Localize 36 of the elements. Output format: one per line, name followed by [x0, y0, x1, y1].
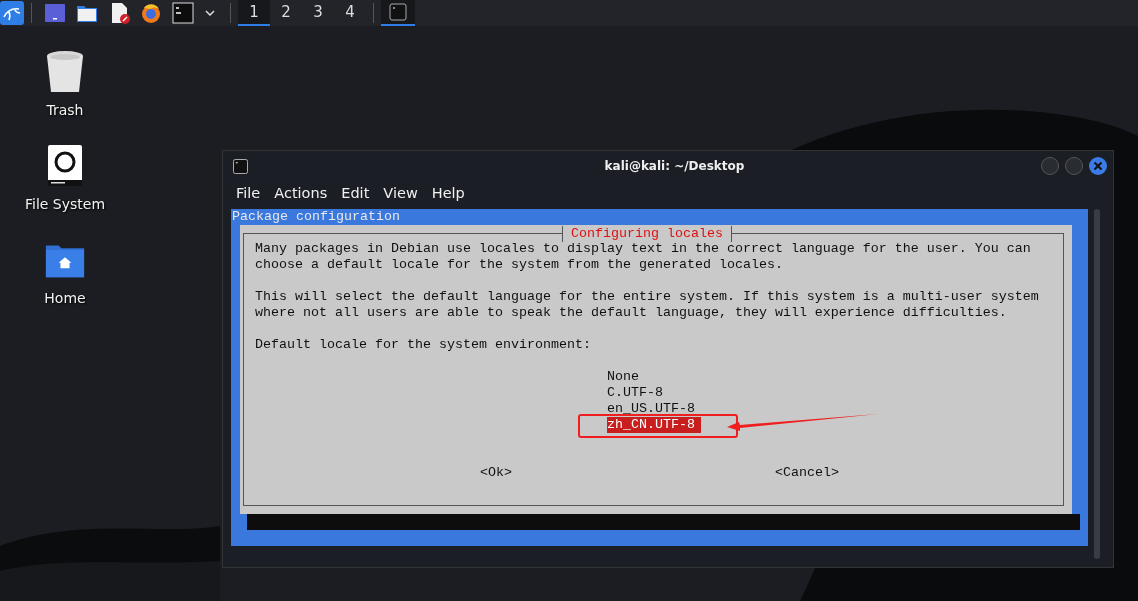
window-icon[interactable] [44, 2, 66, 24]
terminal-icon [389, 3, 407, 21]
desktop-icon-label[interactable]: Trash [46, 102, 84, 118]
workspace-tab[interactable]: 2 [270, 0, 302, 26]
trash-icon[interactable] [45, 50, 85, 94]
screen-header: Package configuration [231, 209, 401, 225]
terminal-task-button[interactable] [381, 0, 415, 26]
dragon-menu-icon[interactable] [0, 1, 24, 25]
desktop-icon-label[interactable]: Home [44, 290, 86, 306]
chevron-down-icon[interactable] [205, 10, 215, 16]
menu-item[interactable]: Edit [341, 185, 370, 201]
workspace-tab[interactable]: 1 [238, 0, 270, 26]
menu-item[interactable]: Actions [274, 185, 328, 201]
workspace-tab[interactable]: 4 [334, 0, 366, 26]
window-title: kali@kali: ~/Desktop [603, 159, 746, 173]
dialog-text: Many packages in Debian use locales to display text in the correct language for the user. You can choose a default locale for the system from the generated locales. [255, 241, 1032, 273]
browser-icon[interactable] [140, 2, 162, 24]
menu-item[interactable]: File [236, 185, 261, 201]
dialog-button[interactable]: <Ok> [480, 465, 512, 481]
terminal-icon [233, 158, 248, 174]
dialog-title: Configuring locales [562, 226, 732, 242]
scrollbar[interactable] [1094, 209, 1100, 559]
menu-item[interactable]: View [383, 185, 418, 201]
desktop-icon-label[interactable]: File System [24, 196, 106, 212]
locale-option[interactable]: en_US.UTF-8 [607, 401, 695, 417]
drive-icon[interactable] [45, 144, 85, 188]
locale-option[interactable]: None [607, 369, 639, 385]
close-icon[interactable] [1089, 157, 1107, 175]
dialog-button[interactable]: <Cancel> [775, 465, 839, 481]
locale-option[interactable]: zh_CN.UTF-8 [607, 417, 701, 433]
terminal-icon[interactable] [172, 2, 194, 24]
dialog-text: This will select the default language for the entire system. If this system is a multi-user system where not all users are able to speak the default language, they will experience difficulties. [255, 289, 1040, 321]
dialog-text: Default locale for the system environment: [255, 337, 592, 353]
workspace-tab[interactable]: 3 [302, 0, 334, 26]
menu-item[interactable]: Help [431, 185, 465, 201]
locale-option[interactable]: C.UTF-8 [607, 385, 663, 401]
